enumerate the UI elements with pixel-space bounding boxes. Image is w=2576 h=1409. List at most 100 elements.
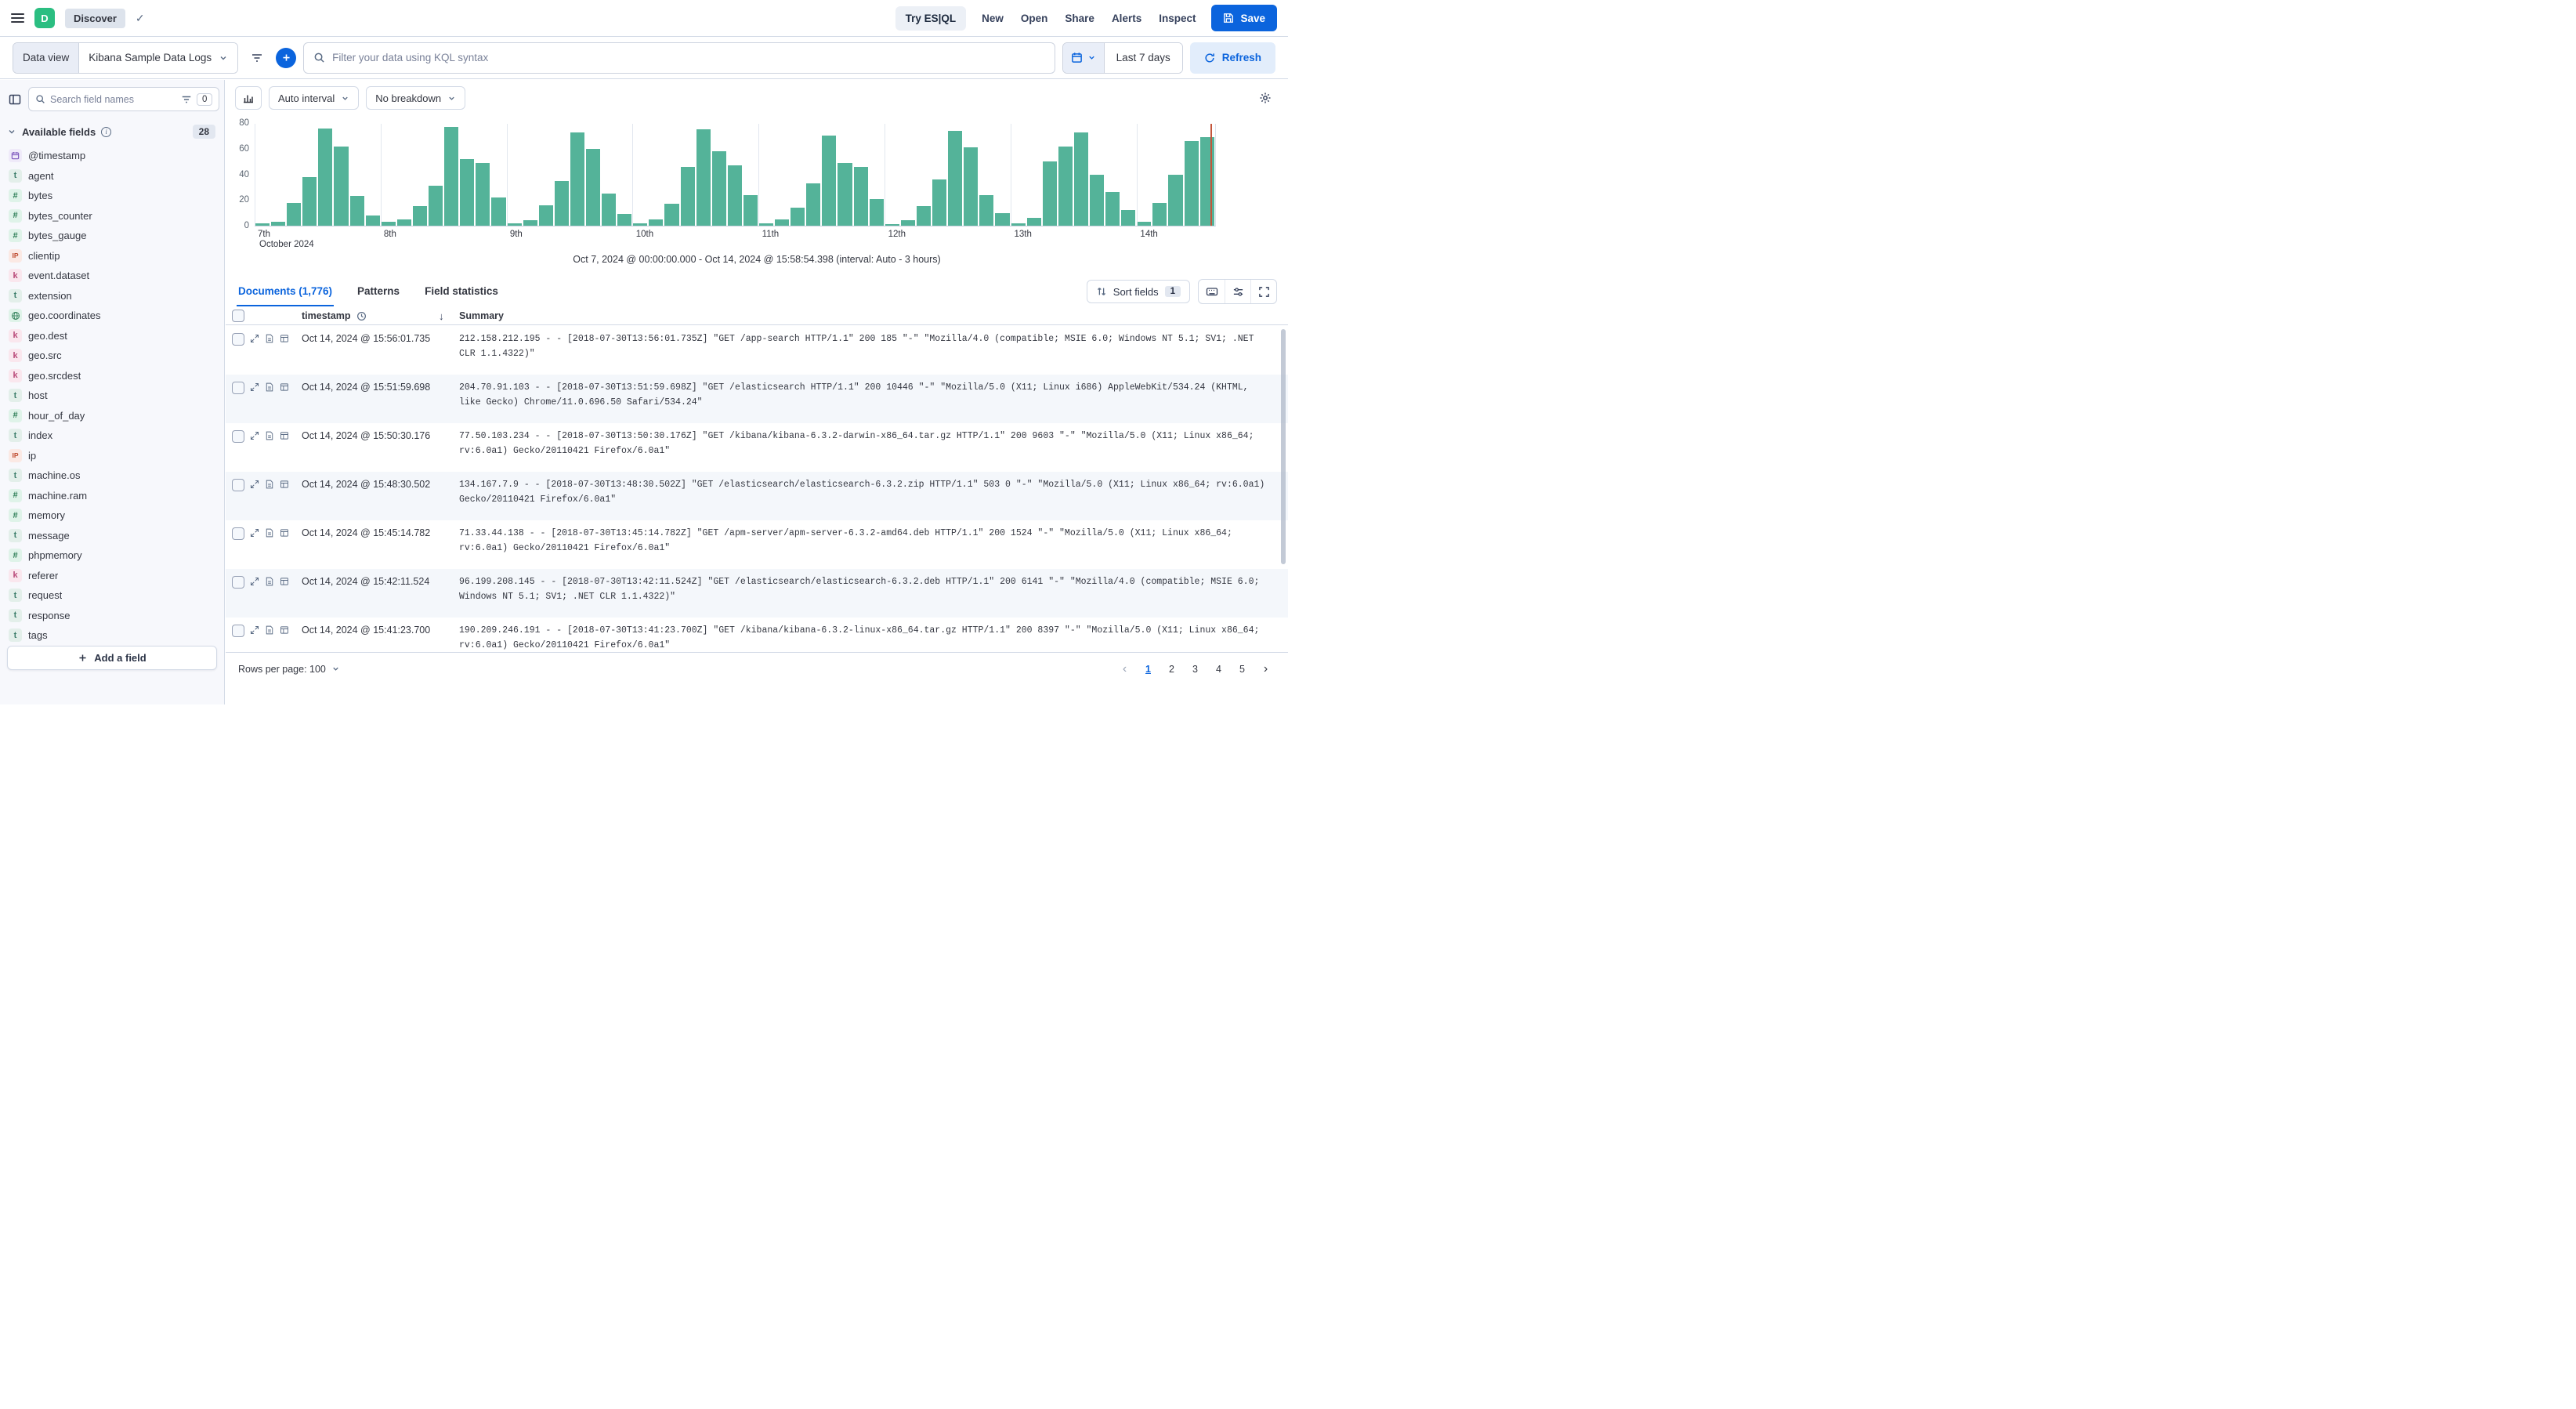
saved-query-menu-icon[interactable] <box>245 45 269 71</box>
pagination-next[interactable]: › <box>1256 659 1275 679</box>
histogram-bar <box>885 224 899 226</box>
row-checkbox[interactable] <box>232 430 244 443</box>
refresh-button[interactable]: Refresh <box>1189 42 1275 74</box>
expand-row-icon[interactable] <box>250 382 259 392</box>
field-item[interactable]: t extension <box>9 286 219 306</box>
field-item[interactable]: t host <box>9 386 219 406</box>
expand-row-icon[interactable] <box>250 334 259 343</box>
breadcrumb[interactable]: Discover <box>65 8 125 28</box>
tab-patterns[interactable]: Patterns <box>356 277 401 306</box>
space-avatar[interactable]: D <box>34 8 55 28</box>
expand-row-icon[interactable] <box>250 528 259 538</box>
breakdown-select[interactable]: No breakdown <box>366 86 466 110</box>
save-button[interactable]: Save <box>1211 5 1277 31</box>
pagination-prev[interactable]: ‹ <box>1115 659 1134 679</box>
field-name: agent <box>28 169 54 182</box>
y-axis-label: 80 <box>239 118 249 128</box>
add-filter-button[interactable] <box>276 47 297 68</box>
field-item[interactable]: k geo.src <box>9 346 219 366</box>
field-item[interactable]: # phpmemory <box>9 545 219 566</box>
x-axis-sub-label: October 2024 <box>259 240 314 249</box>
interval-select[interactable]: Auto interval <box>269 86 360 110</box>
row-checkbox[interactable] <box>232 333 244 346</box>
fullscreen-icon[interactable] <box>1250 280 1276 303</box>
tab-documents[interactable]: Documents (1,776) <box>237 277 335 306</box>
keyboard-icon[interactable] <box>1199 280 1225 303</box>
field-name: hour_of_day <box>28 409 85 422</box>
chart-caption: Oct 7, 2024 @ 00:00:00.000 - Oct 14, 202… <box>573 254 941 265</box>
field-item[interactable]: t tags <box>9 625 219 646</box>
pagination-page-2[interactable]: 2 <box>1162 659 1181 679</box>
pagination-page-3[interactable]: 3 <box>1185 659 1205 679</box>
rows-per-page-button[interactable]: Rows per page: 100 <box>238 664 340 675</box>
pagination-page-5[interactable]: 5 <box>1232 659 1252 679</box>
field-item[interactable]: # hour_of_day <box>9 406 219 426</box>
data-view-picker[interactable]: Data view Kibana Sample Data Logs <box>13 42 239 74</box>
table-scrollbar[interactable] <box>1281 329 1286 564</box>
field-item[interactable]: # bytes_counter <box>9 206 219 226</box>
histogram-bar <box>869 198 884 226</box>
add-field-button[interactable]: Add a field <box>7 646 217 670</box>
chevron-down-icon <box>331 665 340 673</box>
expand-row-icon[interactable] <box>250 431 259 440</box>
field-item[interactable]: k event.dataset <box>9 266 219 286</box>
field-item[interactable]: # memory <box>9 505 219 526</box>
field-item[interactable]: k geo.srcdest <box>9 366 219 386</box>
nav-item-inspect[interactable]: Inspect <box>1159 13 1196 24</box>
field-item[interactable]: @timestamp <box>9 146 219 166</box>
row-checkbox[interactable] <box>232 479 244 491</box>
collapse-sidebar-icon[interactable] <box>9 92 21 107</box>
histogram-plot[interactable] <box>255 124 1216 226</box>
field-item[interactable]: # bytes <box>9 186 219 206</box>
field-item[interactable]: IP clientip <box>9 246 219 266</box>
chart-day-gridline <box>758 124 760 226</box>
row-checkbox[interactable] <box>232 576 244 589</box>
nav-item-open[interactable]: Open <box>1021 13 1048 24</box>
kql-search-input[interactable] <box>332 52 1045 63</box>
field-item[interactable]: t request <box>9 585 219 606</box>
nav-item-share[interactable]: Share <box>1065 13 1094 24</box>
field-filter-icon[interactable] <box>181 94 192 105</box>
display-options-icon[interactable] <box>1225 280 1250 303</box>
tab-field-statistics[interactable]: Field statistics <box>423 277 500 306</box>
row-checkbox[interactable] <box>232 625 244 637</box>
select-all-checkbox[interactable] <box>232 310 244 322</box>
try-esql-button[interactable]: Try ES|QL <box>895 5 967 31</box>
chevron-down-icon <box>7 127 16 136</box>
available-fields-header[interactable]: Available fields i 28 <box>0 116 224 144</box>
field-item[interactable]: t response <box>9 606 219 626</box>
field-item[interactable]: # bytes_gauge <box>9 226 219 246</box>
field-item[interactable]: # machine.ram <box>9 486 219 506</box>
histogram-bar <box>318 128 333 226</box>
column-header-timestamp[interactable]: timestamp <box>302 310 367 321</box>
row-checkbox[interactable] <box>232 382 244 394</box>
histogram-bar <box>1199 137 1214 226</box>
nav-item-new[interactable]: New <box>982 13 1004 24</box>
field-item[interactable]: t machine.os <box>9 465 219 486</box>
top-header-right: Try ES|QL New Open Share Alerts Inspect Save <box>895 5 1277 31</box>
menu-icon[interactable] <box>11 13 24 23</box>
field-item[interactable]: k referer <box>9 566 219 586</box>
field-item[interactable]: t index <box>9 426 219 446</box>
field-search-input[interactable] <box>50 93 176 105</box>
available-fields-count: 28 <box>192 125 215 139</box>
field-item[interactable]: geo.coordinates <box>9 306 219 326</box>
pagination-page-1[interactable]: 1 <box>1138 659 1158 679</box>
field-item[interactable]: IP ip <box>9 446 219 466</box>
sort-fields-button[interactable]: Sort fields 1 <box>1086 280 1190 303</box>
field-item[interactable]: t message <box>9 526 219 546</box>
pagination-page-4[interactable]: 4 <box>1209 659 1228 679</box>
table-header: timestamp ↓ Summary <box>226 307 1288 325</box>
field-item[interactable]: t agent <box>9 166 219 187</box>
chart-options-icon[interactable] <box>1254 86 1277 110</box>
nav-item-alerts[interactable]: Alerts <box>1112 13 1141 24</box>
expand-row-icon[interactable] <box>250 625 259 635</box>
time-range-value[interactable]: Last 7 days <box>1104 42 1182 73</box>
sort-descending-icon[interactable]: ↓ <box>439 310 444 322</box>
field-item[interactable]: k geo.dest <box>9 326 219 346</box>
edit-visualization-icon[interactable] <box>235 86 262 110</box>
row-checkbox[interactable] <box>232 527 244 540</box>
quick-select-calendar-button[interactable] <box>1062 42 1105 73</box>
expand-row-icon[interactable] <box>250 577 259 586</box>
expand-row-icon[interactable] <box>250 480 259 489</box>
